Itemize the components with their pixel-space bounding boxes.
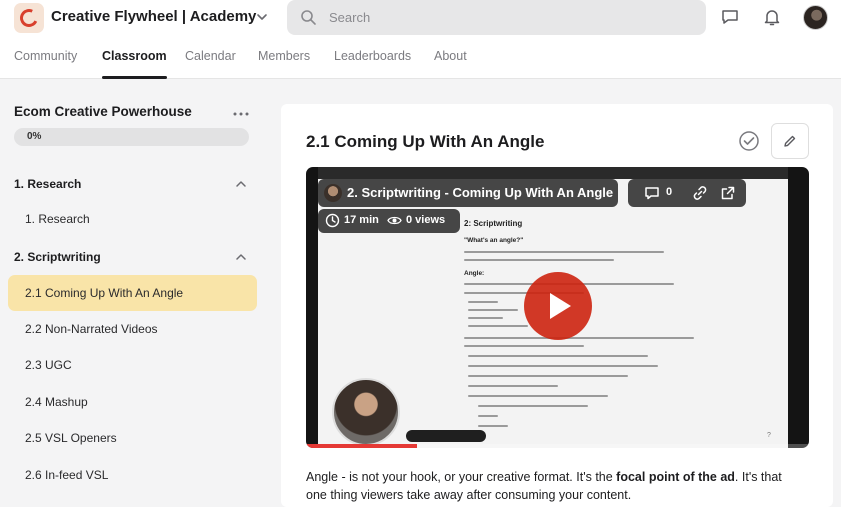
edit-button[interactable] [771,123,809,159]
help-icon: ? [767,432,771,439]
doc-line [468,309,518,311]
channel-avatar [324,184,342,202]
lesson-label: 2.5 VSL Openers [25,431,117,445]
course-progress-bar: 0% [14,128,249,146]
lesson-item-active[interactable]: 2.1 Coming Up With An Angle [8,275,257,311]
video-doc-heading: 2: Scriptwriting [464,219,523,228]
doc-line [478,425,508,427]
pencil-icon [784,135,796,147]
doc-line [468,385,558,387]
lesson-label: 2.6 In-feed VSL [25,468,109,482]
chevron-up-icon[interactable] [235,251,247,263]
comment-count: 0 [666,186,673,198]
nav-tabs: Community Classroom Calendar Members Lea… [0,46,841,79]
description-bold: focal point of the ad [616,470,735,484]
video-title-overlay: 2. Scriptwriting - Coming Up With An Ang… [318,179,618,207]
more-options-icon[interactable] [233,112,249,116]
lesson-item[interactable]: 2.4 Mashup [8,384,257,420]
chevron-down-icon[interactable] [255,10,269,24]
doc-line [468,375,628,377]
group-name[interactable]: Creative Flywheel | Academy [51,8,256,25]
video-meta: 17 min 0 views [318,209,460,233]
presenter-facecam [332,378,400,446]
user-avatar[interactable] [803,5,828,30]
lesson-item[interactable]: 2.3 UGC [8,347,257,383]
lesson-label: 2.2 Non-Narrated Videos [25,322,158,336]
tab-calendar[interactable]: Calendar [185,49,236,79]
lesson-title: 2.1 Coming Up With An Angle [306,132,545,151]
chat-icon[interactable] [720,7,740,27]
doc-line [464,251,664,253]
recording-controls [406,430,486,442]
course-title: Ecom Creative Powerhouse [14,104,192,119]
doc-line [468,365,658,367]
bell-icon[interactable] [762,7,782,27]
doc-line [464,337,694,339]
chevron-up-icon[interactable] [235,178,247,190]
external-link-icon[interactable] [720,185,736,201]
search-input[interactable] [329,0,689,35]
clock-icon [325,213,340,228]
tab-classroom[interactable]: Classroom [102,49,167,79]
lesson-label: 2.4 Mashup [25,395,88,409]
lesson-description: Angle - is not your hook, or your creati… [306,468,806,504]
doc-line [468,317,503,319]
lesson-label: 1. Research [25,212,90,226]
doc-line [468,355,648,357]
lesson-item[interactable]: 2.6 In-feed VSL [8,457,257,493]
doc-line [468,325,528,327]
group-logo[interactable] [14,3,44,33]
doc-line [464,345,584,347]
lesson-item[interactable]: 2.5 VSL Openers [8,420,257,456]
course-sidebar: Ecom Creative Powerhouse 0% 1. Research … [0,80,268,507]
video-frame-bar [318,167,788,179]
video-doc-question: "What's an angle?" [464,237,524,244]
video-doc-section: Angle: [464,270,485,277]
tab-members[interactable]: Members [258,49,310,79]
link-icon[interactable] [692,185,708,201]
video-player[interactable]: 2: Scriptwriting "What's an angle?" Angl… [306,167,809,448]
lesson-item[interactable]: 1. Research [8,201,257,237]
doc-line [468,395,608,397]
video-actions: 0 [628,179,746,207]
tab-community[interactable]: Community [14,49,77,79]
progress-label: 0% [27,131,42,142]
doc-line [464,259,614,261]
search-bar [287,0,706,35]
top-bar: Creative Flywheel | Academy Community Cl… [0,0,841,79]
lesson-label: 2.1 Coming Up With An Angle [25,286,184,300]
search-icon [301,10,316,25]
comment-icon[interactable] [644,185,660,201]
section-research[interactable]: 1. Research [14,177,81,191]
tab-about[interactable]: About [434,49,467,79]
video-views: 0 views [406,214,446,226]
doc-line [468,301,498,303]
video-progress-bar[interactable] [306,444,809,448]
doc-line [478,405,588,407]
mark-complete-icon[interactable] [738,130,760,152]
logo-mark [17,6,41,30]
tab-leaderboards[interactable]: Leaderboards [334,49,411,79]
video-progress-fill [306,444,417,448]
video-title: 2. Scriptwriting - Coming Up With An Ang… [347,185,614,200]
play-button[interactable] [524,272,592,340]
section-scriptwriting[interactable]: 2. Scriptwriting [14,250,101,264]
play-icon [550,293,571,319]
description-text: Angle - is not your hook, or your creati… [306,470,617,484]
lesson-card: 2.1 Coming Up With An Angle 2: Scriptwri… [281,104,833,507]
video-duration: 17 min [344,214,379,226]
lesson-label: 2.3 UGC [25,358,72,372]
doc-line [478,415,498,417]
lesson-item[interactable]: 2.2 Non-Narrated Videos [8,311,257,347]
eye-icon [387,216,402,225]
